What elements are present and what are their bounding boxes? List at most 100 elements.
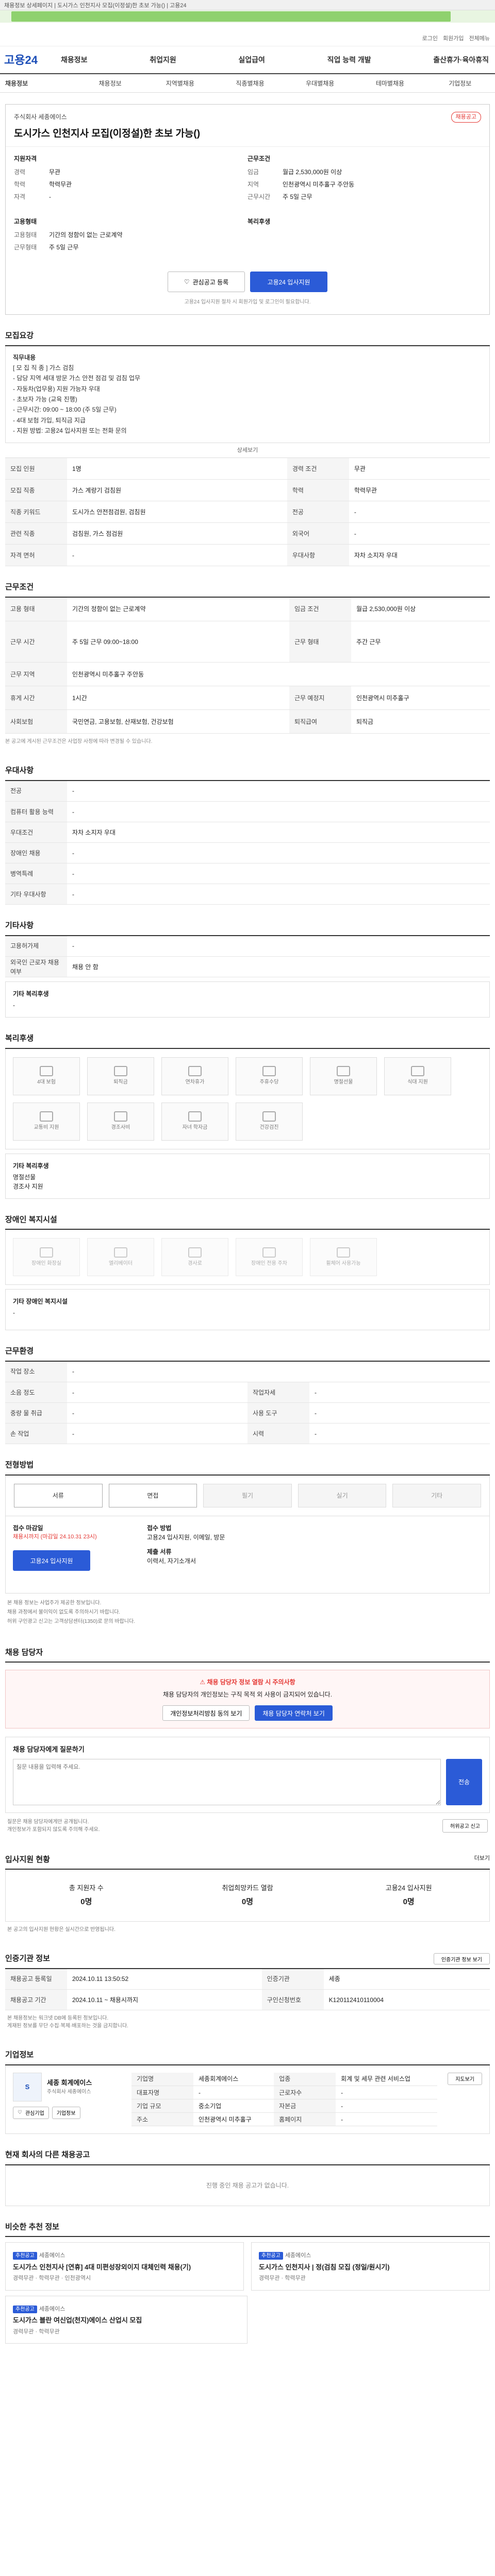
table-cell: 1시간 [67,686,289,710]
menu-jobs[interactable]: 채용정보 [61,55,88,65]
process-note: 허위 구인광고 신고는 고객상담센터(1350)로 문의 바랍니다. [7,1618,135,1624]
sub-nav-0[interactable]: 채용정보 [0,79,75,88]
browser-tab-title: 채용정보 상세페이지 | 도시가스 인천지사 모집(이정설)한 초보 가능() … [0,0,495,10]
environment-section: 근무환경 작업 장소 - 소음 정도 - 작업자세 - 중량 물 취급 - 사용 도구 - 손… [5,1346,490,1445]
conditions-note: 본 공고에 게시된 근무조건은 사업장 사정에 따라 변경될 수 있습니다. [5,739,153,745]
table-header: 병역특례 [5,863,67,885]
cert-note: 본 채용정보는 워크넷 DB에 등록된 정보입니다. [7,2015,109,2022]
summary-label: 자격 [14,193,26,200]
question-title: 채용 담당자에게 질문하기 [13,1745,85,1754]
step-interview: 면접 [108,1483,197,1507]
disability-box: 기타 장애인 복지시설 - [5,1289,490,1331]
process-section: 전형방법 서류 면접 필기 실기 기타 접수 마감일 채용시까지 (마감일 24… [5,1460,490,1632]
company-name[interactable]: 주식회사 세종에이스 [14,112,67,122]
facility-item: 휠체어 사용가능 [310,1238,377,1277]
site-logo[interactable]: 고용24 [4,52,61,69]
table-header: 휴게 시간 [5,686,67,710]
process-notes: 본 채용 정보는 사업주가 제공한 정보입니다. 채용 과정에서 불이익이 없도… [5,1594,490,1632]
table-cell: - [67,842,490,864]
company-info-button[interactable]: 기업정보 [52,2106,80,2119]
sub-nav: 채용정보 채용정보 지역별채용 직종별채용 우대별채용 테마별채용 기업정보 [0,74,495,93]
menu-employment-support[interactable]: 취업지원 [150,55,176,65]
welfare-label: 교통비 지원 [34,1125,59,1131]
apply-button[interactable]: 고용24 입사지원 [250,272,327,292]
apply-info: 접수 마감일 채용시까지 (마감일 24.10.31 23시) 고용24 입사지… [5,1516,490,1594]
add-favorite-button[interactable]: ♡ 관심공고 등록 [168,272,245,292]
table-cell: - [336,2086,438,2100]
sub-nav-2[interactable]: 지역별채용 [145,79,215,88]
all-menu-link[interactable]: 전체메뉴 [469,35,490,43]
table-header: 모집 직종 [5,479,67,502]
welfare-box-title: 기타 복리후생 [13,1162,49,1170]
stat-value: 0명 [241,1897,254,1906]
etc-box: 기타 복리후생 - [5,981,490,1018]
etc-table: 고용허가제 - 외국인 근로자 채용 여부 채용 안 함 [5,936,490,978]
welfare-item: 건강검진 [236,1102,303,1141]
expand-details-button[interactable]: 상세보기 [5,443,490,458]
section-title: 우대사항 [5,765,490,781]
company-section: 기업정보 S 세종 회계에이스 주식회사 세종에이스 ♡ 관심기업 기업정보 기업명… [5,2049,490,2134]
question-input[interactable] [13,1758,441,1805]
summary-value: 주 5일 근무 [283,193,312,200]
table-header: 손 작업 [5,1423,67,1445]
table-cell: 가스 계량기 검침원 [67,479,287,502]
similar-job-card[interactable]: 추천공고 세종에이스 도시가스 인천지사 | 정(검침 모집 (정일/원시기) 경… [251,2242,490,2291]
privacy-agree-button[interactable]: 개인정보처리방침 동의 보기 [162,1705,250,1721]
map-button[interactable]: 지도보기 [448,2072,482,2085]
menu-unemployment-benefits[interactable]: 실업급여 [238,55,265,65]
signup-link[interactable]: 회원가입 [443,35,464,43]
table-cell: K120112410110004 [323,1989,490,2011]
table-header: 기업 규모 [131,2099,193,2113]
similar-job-card[interactable]: 추천공고 세종에이스 도시가스 인천지사 [연휴] 4대 미편성장외이지 대체인력… [5,2242,244,2291]
sub-nav-3[interactable]: 직종별채용 [215,79,285,88]
process-note: 채용 과정에서 불이익이 없도록 주의하시기 바랍니다. [7,1609,121,1615]
section-title: 기업정보 [5,2049,490,2065]
summary-heading: 지원자격 [14,155,37,162]
menu-vocational-training[interactable]: 직업 능력 개발 [327,55,371,65]
ramp-icon [188,1247,202,1258]
table-header: 퇴직급여 [289,709,351,734]
docs-title: 제출 서류 [147,1548,172,1555]
similar-job-card[interactable]: 추천공고 세종에이스 도시가스 블란 여신업(천지)에이스 산업시 모집 경력무관… [5,2295,248,2344]
table-cell: 중소기업 [193,2099,274,2113]
report-button[interactable]: 허위공고 신고 [442,1819,488,1833]
severance-icon [114,1066,127,1077]
favorite-company-button[interactable]: ♡ 관심기업 [13,2106,49,2119]
show-contact-button[interactable]: 채용 담당자 연락처 보기 [255,1705,333,1721]
summary-heading: 복리후생 [248,218,271,225]
similar-meta: 경력무관 · 학력무관 [259,2275,306,2282]
summary-value: 주 5일 근무 [49,244,79,251]
process-apply-button[interactable]: 고용24 입사지원 [13,1550,90,1571]
sub-nav-6[interactable]: 기업정보 [425,79,495,88]
similar-title[interactable]: 도시가스 인천지사 [연휴] 4대 미편성장외이지 대체인력 채용(기) [13,2262,236,2273]
welfare-label: 식대 지원 [407,1079,428,1086]
similar-company: 세종에이스 [39,2252,65,2259]
cert-info-button[interactable]: 인증기관 정보 보기 [433,1953,490,1965]
table-cell: 세종회계에이스 [193,2072,274,2087]
duty-line: - 담당 지역 세대 방문 가스 안전 점검 및 검침 업무 [13,375,141,382]
similar-title[interactable]: 도시가스 블란 여신업(천지)에이스 산업시 모집 [13,2315,240,2326]
table-header: 사용 도구 [248,1402,309,1424]
send-question-button[interactable]: 전송 [446,1758,482,1805]
wheelchair-icon [337,1247,350,1258]
table-header: 근무 예정지 [289,686,351,710]
table-header: 대표자명 [131,2086,193,2100]
login-link[interactable]: 로그인 [422,35,438,43]
table-header: 기타 우대사항 [5,884,67,905]
cert-section: 인증기관 정보 인증기관 정보 보기 채용공고 등록일 2024.10.11 13:… [5,1953,490,2034]
table-cell: 자차 소지자 우대 [67,822,490,843]
sub-nav-1[interactable]: 채용정보 [75,79,145,88]
sub-nav-4[interactable]: 우대별채용 [285,79,355,88]
more-link[interactable]: 더보기 [474,1854,490,1866]
table-cell: 인천광역시 미추홀구 주안동 [67,662,490,687]
sub-nav-5[interactable]: 테마별채용 [355,79,425,88]
menu-parental-leave[interactable]: 출산휴가·육아휴직 [433,55,489,65]
loading-bar [0,10,495,23]
similar-title[interactable]: 도시가스 인천지사 | 정(검침 모집 (정일/원시기) [259,2262,482,2273]
deadline-value: 채용시까지 (마감일 24.10.31 23시) [13,1533,97,1540]
disability-box-title: 기타 장애인 복지시설 [13,1298,68,1306]
contact-note: 질문은 채용 담당자에게만 공개됩니다. [7,1819,89,1825]
section-title: 장애인 복지시설 [5,1214,490,1230]
disability-section: 장애인 복지시설 장애인 화장실 엘리베이터 경사로 장애인 전용 주차 휠체어… [5,1214,490,1331]
welfare-item: 자녀 학자금 [161,1102,228,1141]
